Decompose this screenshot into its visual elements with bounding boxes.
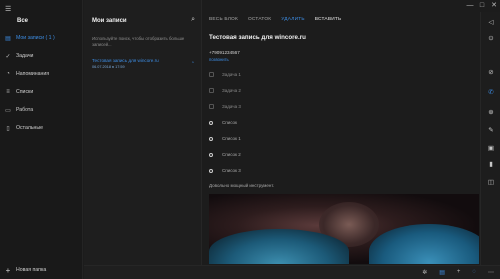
notes-icon[interactable]: ▤	[439, 269, 445, 276]
task-label: Задача 3	[222, 104, 241, 109]
window-controls: — □ ✕	[464, 0, 500, 12]
select-all-button[interactable]: ВЕСЬ БЛОК	[209, 17, 238, 22]
bullet-icon	[209, 120, 213, 125]
bullet-label: Список 1	[222, 136, 241, 141]
sync-icon[interactable]: ◌	[472, 269, 476, 276]
bottom-bar: ✲ ▤ + ◌ ⋯	[84, 265, 500, 279]
close-button[interactable]: ✕	[488, 0, 500, 12]
menu-icon[interactable]: ⋯	[488, 269, 494, 276]
sidebar-all[interactable]: Все	[17, 18, 28, 24]
task-item[interactable]: Задача 1	[209, 72, 241, 77]
bullet-icon	[209, 152, 213, 157]
add-icon[interactable]: +	[457, 269, 461, 276]
formatting-rail: ◁ ⊙ ⊘ ✆ ⊕ ✎ ▣ ▮ ◫	[480, 12, 500, 265]
sidebar-item-work[interactable]: ▭ Работа	[0, 103, 83, 117]
phone-icon[interactable]: ✆	[481, 88, 500, 96]
check-icon[interactable]: ⊘	[481, 68, 500, 76]
bullet-icon	[209, 136, 213, 141]
sidebar-item-other[interactable]: ▯ Остальные	[0, 121, 83, 135]
call-link[interactable]: позвонить	[209, 57, 229, 62]
minimize-button[interactable]: —	[464, 0, 476, 12]
checkbox[interactable]	[209, 72, 214, 77]
bullet-item[interactable]: Список	[209, 120, 237, 125]
bell-icon: ◔	[6, 71, 10, 77]
task-item[interactable]: Задача 2	[209, 88, 241, 93]
notes-list-title: Мои записи	[92, 18, 127, 24]
list-icon: ≡	[6, 89, 10, 95]
record-icon[interactable]: ⊙	[481, 34, 500, 42]
folder-icon: ▭	[5, 107, 11, 114]
pen-icon[interactable]: ✎	[481, 126, 500, 134]
new-folder-label: Новая папка	[16, 267, 47, 273]
maximize-button[interactable]: □	[476, 0, 488, 12]
delete-button[interactable]: УДАЛИТЬ	[281, 17, 304, 22]
new-folder-button[interactable]: + Новая папка	[0, 263, 83, 277]
notes-list-pane: Мои записи ⌕ Используйте поиск, чтобы от…	[84, 0, 202, 279]
image-region-right	[369, 224, 479, 264]
bullet-icon	[209, 168, 213, 173]
sidebar-item-reminders[interactable]: ◔ Напоминания	[0, 67, 83, 81]
paste-button[interactable]: ВСТАВИТЬ	[315, 17, 342, 22]
settings-icon[interactable]: ✲	[422, 269, 427, 276]
document-icon: ▯	[6, 125, 10, 132]
checkbox[interactable]	[209, 88, 214, 93]
reminder-icon: ◔	[190, 60, 194, 66]
bullet-item[interactable]: Список 1	[209, 136, 241, 141]
sidebar-item-lists[interactable]: ≡ Списки	[0, 85, 83, 99]
sidebar-item-tasks[interactable]: ✓ Задачи	[0, 49, 83, 63]
sidebar: ☰ Все ▤ Мои записи ( 1 ) ✓ Задачи ◔ Напо…	[0, 0, 83, 279]
globe-icon[interactable]: ⊕	[481, 108, 500, 116]
search-icon[interactable]: ⌕	[191, 16, 195, 24]
phone-number[interactable]: +79091234567	[209, 50, 240, 55]
bullet-label: Список	[222, 120, 237, 125]
back-icon[interactable]: ◁	[481, 18, 500, 26]
sidebar-item-label: Остальные	[16, 125, 44, 131]
add-icon: +	[5, 265, 11, 275]
task-label: Задача 2	[222, 88, 241, 93]
note-image[interactable]	[209, 194, 479, 264]
note-text[interactable]: Довольно мощный инструмент.	[209, 183, 274, 188]
bullet-label: Список 2	[222, 152, 241, 157]
notes-icon: ▤	[5, 35, 11, 42]
hamburger-menu-icon[interactable]: ☰	[5, 5, 11, 13]
sidebar-item-label: Работа	[16, 107, 34, 113]
note-date: 06.07.2018 в 17:59	[92, 65, 125, 69]
task-item[interactable]: Задача 3	[209, 104, 241, 109]
note-heading[interactable]: Тестовая запись для wincore.ru	[209, 34, 306, 41]
mic-icon[interactable]: ▮	[481, 160, 500, 168]
checkbox[interactable]	[209, 104, 214, 109]
check-icon: ✓	[5, 53, 11, 60]
list-item[interactable]: Тестовая запись для wincore.ru 06.07.201…	[92, 58, 200, 69]
search-hint: Используйте поиск, чтобы отобразить боль…	[92, 36, 185, 47]
sidebar-item-label: Списки	[16, 89, 34, 95]
sidebar-item-my-notes[interactable]: ▤ Мои записи ( 1 )	[0, 31, 83, 45]
sidebar-item-label: Задачи	[16, 53, 34, 59]
note-title: Тестовая запись для wincore.ru	[92, 58, 159, 63]
sidebar-item-label: Мои записи ( 1 )	[16, 35, 55, 41]
bullet-item[interactable]: Список 2	[209, 152, 241, 157]
sidebar-item-label: Напоминания	[16, 71, 50, 77]
bullet-label: Список 3	[222, 168, 241, 173]
image-icon[interactable]: ▣	[481, 144, 500, 152]
bullet-item[interactable]: Список 3	[209, 168, 241, 173]
cut-button[interactable]: ОСТАТОК	[248, 17, 271, 22]
app-window: ☰ Все ▤ Мои записи ( 1 ) ✓ Задачи ◔ Напо…	[0, 0, 500, 279]
camera-icon[interactable]: ◫	[481, 178, 500, 186]
editor-toolbar: ВЕСЬ БЛОК ОСТАТОК УДАЛИТЬ ВСТАВИТЬ	[209, 17, 341, 22]
note-editor: ВЕСЬ БЛОК ОСТАТОК УДАЛИТЬ ВСТАВИТЬ Тесто…	[203, 0, 480, 279]
task-label: Задача 1	[222, 72, 241, 77]
